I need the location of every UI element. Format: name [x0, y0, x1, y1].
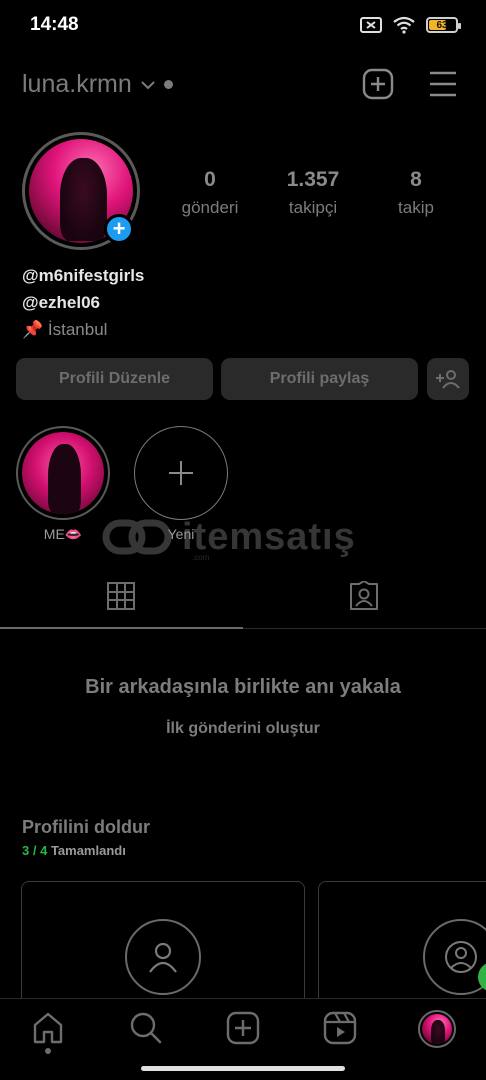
- progress-total: 4: [40, 843, 48, 858]
- home-icon[interactable]: [31, 1011, 65, 1045]
- username: luna.krmn: [22, 70, 132, 98]
- add-person-icon: [436, 370, 460, 389]
- stat-label: takip: [398, 198, 434, 217]
- watermark-logo-icon: [102, 519, 172, 555]
- profile-nav-avatar[interactable]: [418, 1010, 456, 1048]
- home-indicator[interactable]: [141, 1066, 345, 1071]
- status-icons: 63: [360, 16, 461, 34]
- stat-value: 1.357: [286, 168, 340, 191]
- bio-mention-link[interactable]: @ezhel06: [22, 293, 100, 313]
- stat-label: takipçi: [288, 198, 338, 217]
- highlight-item[interactable]: ME👄: [16, 426, 110, 543]
- edit-profile-button[interactable]: Profili Düzenle: [16, 358, 213, 400]
- create-post-icon[interactable]: [362, 68, 394, 100]
- progress-label: Tamamlandı: [50, 843, 126, 858]
- profile-task-card[interactable]: [21, 881, 305, 1011]
- create-icon[interactable]: [226, 1011, 260, 1045]
- stat-following[interactable]: 8 takip: [361, 168, 471, 218]
- home-active-dot: [45, 1048, 51, 1054]
- plus-icon: [169, 461, 193, 485]
- active-tab-indicator: [0, 627, 243, 629]
- complete-profile-title: Profilini doldur: [22, 817, 150, 837]
- profile-photo-icon: [125, 919, 201, 995]
- no-sim-icon: [360, 17, 382, 33]
- menu-icon[interactable]: [427, 68, 459, 100]
- watermark: itemsatış .com: [102, 515, 356, 562]
- share-profile-button[interactable]: Profili paylaş: [221, 358, 418, 400]
- add-story-plus-icon[interactable]: +: [104, 214, 134, 244]
- highlight-cover: [22, 432, 104, 514]
- status-time: 14:48: [30, 14, 79, 35]
- tagged-icon[interactable]: [349, 581, 379, 611]
- stat-label: gönderi: [181, 198, 239, 217]
- discover-people-button[interactable]: [427, 358, 469, 400]
- account-switcher[interactable]: luna.krmn: [22, 70, 173, 99]
- reels-icon[interactable]: [323, 1011, 357, 1045]
- avatar-icon: [423, 919, 486, 995]
- profile-task-card[interactable]: [318, 881, 486, 1011]
- stat-posts[interactable]: 0 gönderi: [155, 168, 265, 218]
- search-icon[interactable]: [129, 1011, 163, 1045]
- create-first-post-link[interactable]: İlk gönderini oluştur: [0, 720, 486, 738]
- bio-mention-link[interactable]: @m6nifestgirls: [22, 266, 144, 286]
- battery-level: 63: [436, 19, 448, 31]
- stat-value: 8: [410, 168, 422, 191]
- complete-profile-progress: 3 / 4 Tamamlandı: [22, 843, 126, 858]
- stat-followers[interactable]: 1.357 takipçi: [258, 168, 368, 218]
- wifi-icon: [393, 16, 415, 34]
- chevron-down-icon: [141, 80, 155, 89]
- grid-icon[interactable]: [107, 582, 135, 610]
- bio-location: 📌 İstanbul: [22, 320, 108, 339]
- highlight-label: ME👄: [43, 526, 83, 542]
- empty-state-title: Bir arkadaşınla birlikte anı yakala: [85, 676, 401, 698]
- watermark-sub: .com: [192, 553, 210, 562]
- notification-dot: [163, 80, 173, 89]
- stat-value: 0: [204, 168, 216, 191]
- battery-icon: 63: [426, 17, 461, 33]
